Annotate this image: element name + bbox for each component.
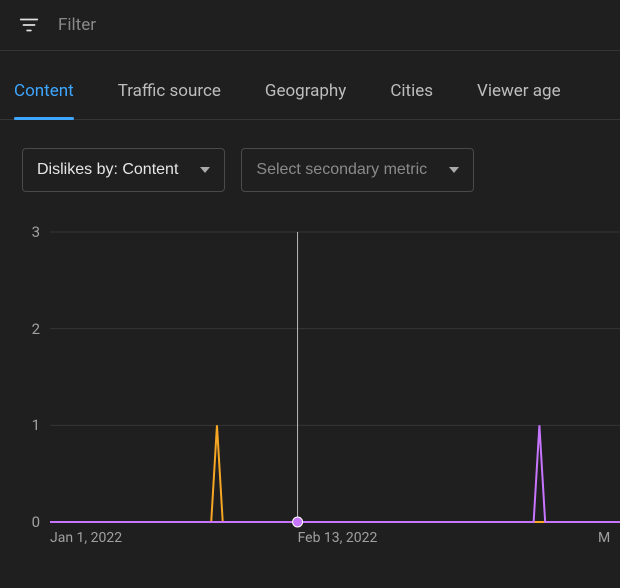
filter-label[interactable]: Filter — [58, 15, 96, 35]
y-axis-tick: 2 — [24, 320, 40, 338]
line-chart — [0, 222, 620, 552]
filter-bar: Filter — [0, 0, 620, 51]
y-axis-tick: 1 — [24, 416, 40, 434]
chart-area: 0 1 2 3 Jan 1, 2022 Feb 13, 2022 M — [0, 202, 620, 552]
tab-cities[interactable]: Cities — [390, 71, 433, 119]
primary-metric-dropdown[interactable]: Dislikes by: Content — [22, 148, 225, 192]
tab-content[interactable]: Content — [14, 71, 74, 119]
tab-geography[interactable]: Geography — [265, 71, 346, 119]
chart-controls: Dislikes by: Content Select secondary me… — [0, 120, 620, 202]
filter-icon[interactable] — [18, 14, 40, 36]
y-axis-tick: 0 — [24, 513, 40, 531]
x-axis-tick: M — [598, 530, 610, 546]
x-axis-tick: Feb 13, 2022 — [298, 530, 378, 546]
secondary-metric-label: Select secondary metric — [256, 161, 427, 179]
primary-metric-label: Dislikes by: Content — [37, 161, 178, 179]
y-axis-tick: 3 — [24, 223, 40, 241]
tab-viewer-age[interactable]: Viewer age — [477, 71, 561, 119]
x-axis-tick: Jan 1, 2022 — [50, 530, 122, 546]
tabs-bar: Content Traffic source Geography Cities View… — [0, 51, 620, 120]
secondary-metric-dropdown[interactable]: Select secondary metric — [241, 148, 474, 192]
chevron-down-icon — [200, 167, 210, 173]
chevron-down-icon — [449, 167, 459, 173]
tab-traffic-source[interactable]: Traffic source — [118, 71, 221, 119]
